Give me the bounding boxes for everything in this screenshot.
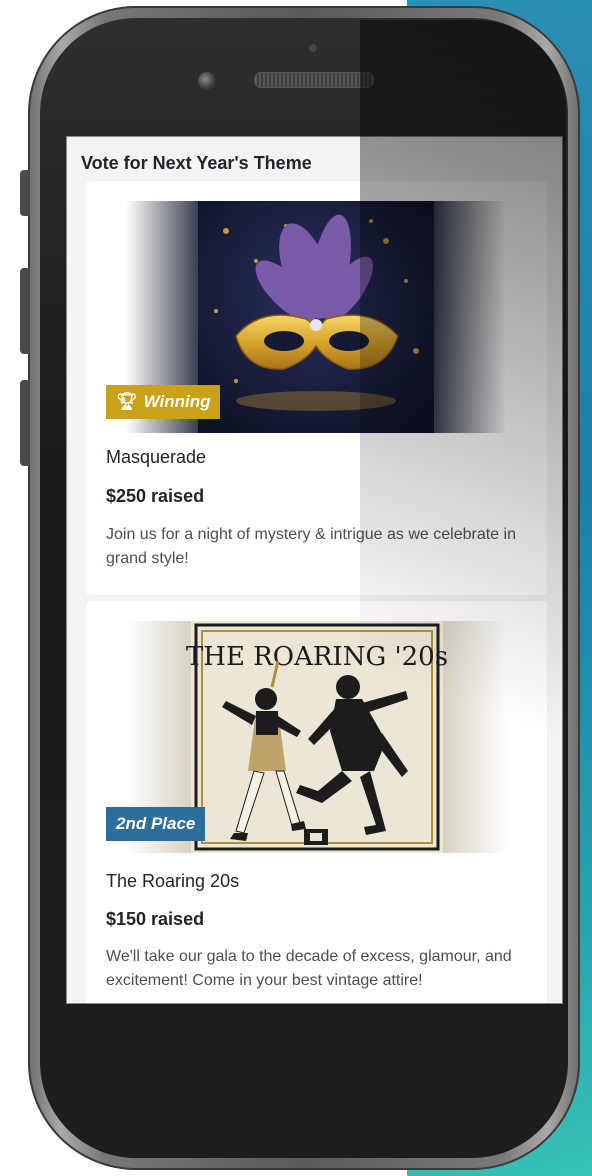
second-place-badge: 2nd Place: [106, 807, 206, 841]
proximity-sensor: [309, 44, 317, 52]
trophy-icon: 🏆︎: [116, 392, 138, 411]
winning-badge: 🏆︎ Winning: [106, 385, 221, 419]
theme-card-roaring-20s[interactable]: THE ROARING '20s 2nd Place The Roaring 2…: [86, 601, 547, 1003]
front-camera-icon: [198, 72, 216, 90]
page-title: Vote for Next Year's Theme: [81, 153, 312, 173]
theme-description: Join us for a night of mystery & intrigu…: [106, 526, 516, 567]
badge-label: Winning: [143, 392, 211, 411]
theme-description: We'll take our gala to the decade of exc…: [106, 948, 512, 989]
volume-up-button: [20, 268, 30, 354]
amount-raised: $150 raised: [106, 909, 205, 929]
volume-down-button: [20, 380, 30, 466]
phone-screen: Vote for Next Year's Theme 🏆︎ Winning Ma…: [66, 136, 563, 1004]
mute-switch: [20, 170, 30, 216]
earpiece-speaker: [254, 72, 374, 88]
theme-name: Masquerade: [106, 447, 207, 467]
theme-name: The Roaring 20s: [106, 871, 240, 891]
amount-raised: $250 raised: [106, 486, 205, 506]
roaring-20s-image-title: THE ROARING '20s: [186, 642, 448, 672]
theme-card-masquerade[interactable]: 🏆︎ Winning Masquerade $250 raised Join us…: [86, 181, 547, 595]
